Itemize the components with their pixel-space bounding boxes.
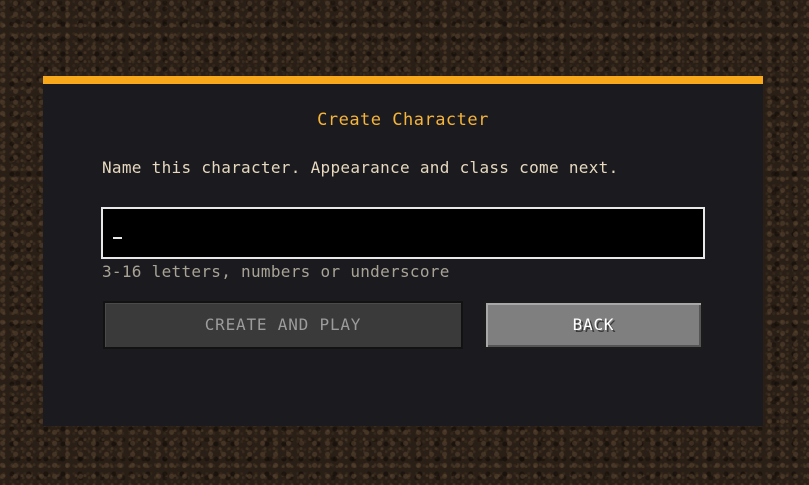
dialog-description: Name this character. Appearance and clas… [102, 158, 619, 177]
character-name-input[interactable] [103, 209, 703, 257]
dialog-accent-bar [43, 76, 763, 84]
create-character-dialog: Create Character Name this character. Ap… [43, 76, 763, 426]
create-and-play-button[interactable]: CREATE AND PLAY [103, 301, 463, 349]
dialog-title: Create Character [317, 110, 489, 130]
text-caret [113, 237, 122, 239]
back-button[interactable]: BACK [484, 301, 703, 349]
name-rules-hint: 3-16 letters, numbers or underscore [102, 262, 450, 281]
character-name-field[interactable] [101, 207, 705, 259]
